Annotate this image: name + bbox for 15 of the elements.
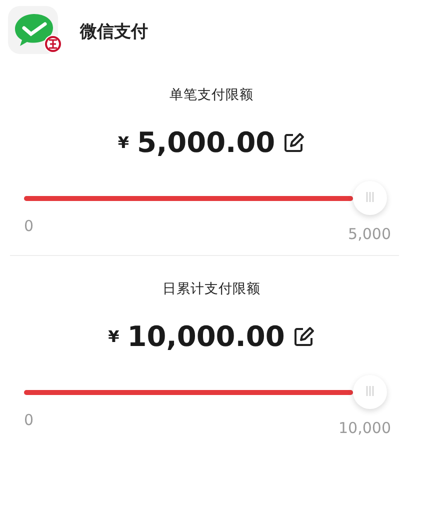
limit-amount: 10,000.00: [127, 320, 285, 353]
currency-symbol: ¥: [108, 327, 120, 346]
slider-thumb[interactable]: [353, 181, 387, 215]
currency-symbol: ¥: [118, 133, 129, 152]
edit-icon[interactable]: [292, 326, 315, 348]
max-label: 10,000: [338, 419, 391, 437]
limit-title: 日累计支付限额: [162, 280, 260, 298]
limit-title: 单笔支付限额: [170, 86, 254, 104]
min-label: 0: [24, 217, 34, 237]
limit-amount: 5,000.00: [136, 126, 276, 159]
edit-icon[interactable]: [283, 132, 306, 154]
max-label: 5,000: [348, 225, 391, 243]
app-title: 微信支付: [80, 20, 148, 42]
slider-thumb[interactable]: [353, 375, 387, 409]
min-label: 0: [24, 411, 34, 431]
